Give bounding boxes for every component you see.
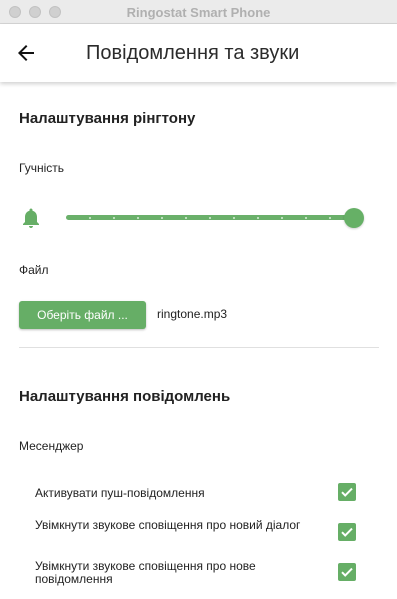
volume-slider-step — [233, 216, 235, 219]
choose-file-button[interactable]: Оберіть файл ... — [19, 301, 146, 329]
bell-icon — [22, 208, 40, 228]
window-title: Ringostat Smart Phone — [126, 5, 271, 20]
option-label: Увімкнути звукове сповіщення про нове по… — [35, 559, 256, 586]
volume-slider-step — [329, 216, 331, 219]
arrow-left-icon — [18, 45, 34, 61]
volume-slider-step — [185, 216, 187, 219]
volume-slider-step — [305, 216, 307, 219]
check-icon — [341, 567, 353, 577]
new-dialog-sound-checkbox[interactable] — [338, 523, 356, 541]
new-message-sound-checkbox[interactable] — [338, 563, 356, 581]
check-icon — [341, 487, 353, 497]
notifications-section-title: Налаштування повідомлень — [19, 388, 231, 405]
volume-slider[interactable] — [66, 208, 364, 228]
volume-slider-step — [209, 216, 211, 219]
volume-slider-step — [89, 216, 91, 219]
volume-slider-thumb[interactable] — [344, 208, 364, 228]
push-notifications-checkbox[interactable] — [338, 483, 356, 501]
divider — [19, 347, 379, 348]
messenger-label: Месенджер — [19, 439, 84, 453]
volume-label: Гучність — [19, 161, 64, 175]
file-label: Файл — [19, 263, 49, 277]
app-header: Повідомлення та звуки — [0, 24, 397, 82]
check-icon — [341, 527, 353, 537]
option-label: Увімкнути звукове сповіщення про новий д… — [35, 518, 301, 532]
ringtone-section-title: Налаштування рінгтону — [19, 110, 196, 127]
volume-slider-step — [257, 216, 259, 219]
file-name: ringtone.mp3 — [157, 307, 228, 321]
volume-slider-step — [281, 216, 283, 219]
volume-slider-step — [161, 216, 163, 219]
volume-slider-step — [137, 216, 139, 219]
back-button[interactable] — [14, 41, 38, 65]
window-titlebar: Ringostat Smart Phone — [0, 0, 397, 24]
volume-slider-step — [113, 216, 115, 219]
page-title: Повідомлення та звуки — [86, 42, 300, 64]
option-label: Активувати пуш-повідомлення — [35, 486, 205, 500]
